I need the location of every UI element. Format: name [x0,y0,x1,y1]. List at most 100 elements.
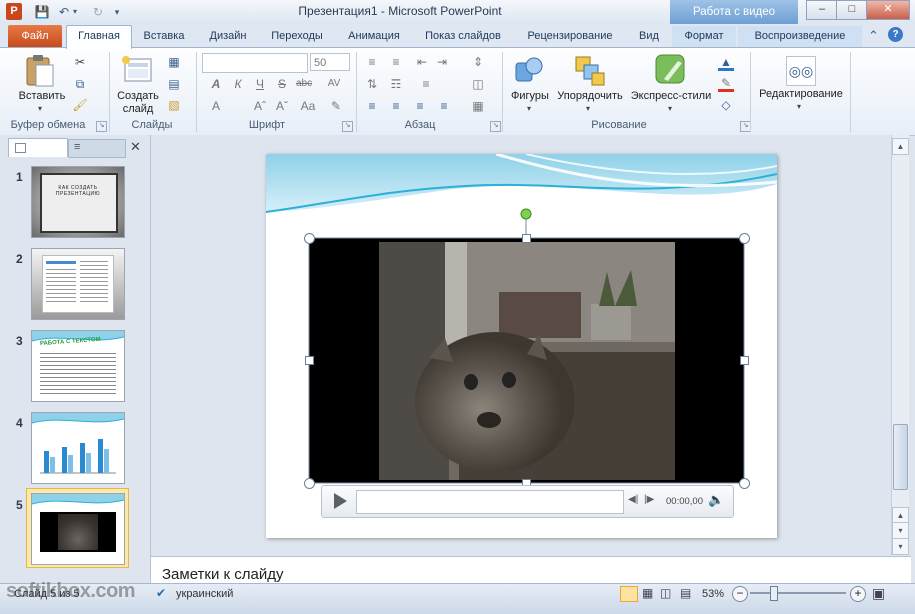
slide-layout-icon[interactable]: ▦ [166,54,182,70]
tab-transitions[interactable]: Переходы [264,26,330,47]
seek-forward-icon[interactable]: |▶ [644,494,654,505]
resize-handle-bl[interactable] [304,478,315,489]
new-slide-icon[interactable] [121,55,153,85]
play-icon[interactable] [334,493,347,509]
tab-playback[interactable]: Воспроизведение [738,26,862,47]
save-icon[interactable]: 💾 [34,4,50,20]
numbering-icon[interactable]: ≡ [388,54,404,70]
increase-indent-icon[interactable]: ⇥ [434,54,450,70]
volume-icon[interactable]: 🔈 [708,492,724,508]
next-slide-icon[interactable]: ▾ [892,538,909,555]
cut-icon[interactable]: ✂ [72,54,88,70]
zoom-slider-track[interactable] [750,592,846,594]
font-color-icon[interactable]: A [208,98,224,114]
justify-icon[interactable]: ≡ [436,98,452,114]
tab-animations[interactable]: Анимация [340,26,408,47]
change-case-icon[interactable]: Aa [300,98,316,114]
binoculars-icon[interactable]: ◎◎ [786,56,816,86]
section-icon[interactable]: ▧ [166,97,182,113]
copy-icon[interactable]: ⧉ [72,76,88,92]
format-painter-icon[interactable]: 🖌 [72,97,88,113]
reset-slide-icon[interactable]: ▤ [166,76,182,92]
align-center-icon[interactable]: ≡ [388,98,404,114]
paragraph-spacing-icon[interactable]: ▦ [470,98,486,114]
arrange-dropdown-icon[interactable]: ▾ [586,104,590,113]
paste-icon[interactable] [24,54,56,88]
powerpoint-app-icon[interactable]: P [6,3,22,20]
tab-format[interactable]: Формат [672,26,736,47]
paragraph-launcher-icon[interactable]: ↘ [490,121,501,132]
vertical-scrollbar[interactable] [891,135,909,555]
underline-icon[interactable]: Ч [252,76,268,92]
undo-dropdown-icon[interactable]: ▾ [70,4,80,20]
resize-handle-left[interactable] [305,356,314,365]
close-button[interactable]: ✕ [866,0,910,20]
slide-thumbnail-1[interactable]: КАК СОЗДАТЬ ПРЕЗЕНТАЦИЮ [31,166,125,238]
arrange-button[interactable]: Упорядочить [554,90,626,103]
align-left-icon[interactable]: ≡ [364,98,380,114]
resize-handle-tr[interactable] [739,233,750,244]
close-pane-icon[interactable]: ✕ [130,139,141,155]
reading-view-icon[interactable]: ◫ [660,586,671,600]
align-text-icon[interactable]: ≡ [418,76,434,92]
fit-to-window-icon[interactable]: ▣ [872,585,885,602]
resize-handle-top[interactable] [522,234,531,243]
clear-formatting-icon[interactable]: ✎ [328,98,344,114]
tab-file[interactable]: Файл [8,25,62,47]
help-icon[interactable]: ? [888,27,903,42]
shapes-button[interactable]: Фигуры [506,90,554,103]
shape-effects-icon[interactable]: ◇ [718,97,734,113]
resize-handle-br[interactable] [739,478,750,489]
tab-home[interactable]: Главная [66,25,132,49]
shadow-icon[interactable]: abc [296,76,312,92]
arrange-icon[interactable] [574,55,606,87]
bullets-icon[interactable]: ≡ [364,54,380,70]
quick-styles-dropdown-icon[interactable]: ▾ [668,104,672,113]
shapes-icon[interactable] [514,55,546,87]
language-indicator[interactable]: украинский [176,588,233,600]
tab-view[interactable]: Вид [630,26,668,47]
slide-thumbnail-4[interactable] [31,412,125,484]
font-launcher-icon[interactable]: ↘ [342,121,353,132]
italic-icon[interactable]: К [230,76,246,92]
font-name-field[interactable] [202,53,308,73]
zoom-level[interactable]: 53% [702,588,724,600]
increase-font-icon[interactable]: Aˆ [252,98,268,114]
tab-insert[interactable]: Вставка [136,26,192,47]
slides-tab[interactable] [8,138,68,157]
slide-thumbnail-3[interactable]: РАБОТА С ТЕКСТОМ [31,330,125,402]
character-spacing-icon[interactable]: AV [326,76,342,92]
slide-sorter-icon[interactable]: ▦ [642,586,653,600]
paste-button[interactable]: Вставить [12,90,72,103]
decrease-indent-icon[interactable]: ⇤ [414,54,430,70]
columns-icon[interactable]: ☶ [388,76,404,92]
clipboard-launcher-icon[interactable]: ↘ [96,121,107,132]
editing-button[interactable]: Редактирование [754,88,848,101]
zoom-out-icon[interactable]: − [732,586,748,602]
tab-slide-show[interactable]: Показ слайдов [418,26,508,47]
previous-slide-icon[interactable]: ▾ [892,522,909,539]
minimize-ribbon-icon[interactable]: ⌃ [868,28,879,44]
editing-dropdown-icon[interactable]: ▾ [797,102,801,111]
quick-styles-button[interactable]: Экспресс-стили [628,90,714,103]
shapes-dropdown-icon[interactable]: ▾ [527,104,531,113]
zoom-in-icon[interactable]: + [850,586,866,602]
line-spacing-icon[interactable]: ⇅ [364,76,380,92]
zoom-slider-thumb[interactable] [770,586,778,601]
spell-check-icon[interactable]: ✔ [156,586,166,600]
seek-back-icon[interactable]: ◀| [628,494,638,505]
resize-handle-right[interactable] [740,356,749,365]
tab-design[interactable]: Дизайн [200,26,256,47]
maximize-button[interactable]: □ [836,0,868,20]
slide-thumbnail-2[interactable] [31,248,125,320]
slide-show-icon[interactable]: ▤ [680,586,691,600]
scroll-up-icon[interactable]: ▲ [892,138,909,155]
normal-view-icon[interactable] [620,586,638,602]
convert-to-smartart-icon[interactable]: ◫ [470,76,486,92]
new-slide-button[interactable]: Создать слайд [112,90,164,116]
decrease-font-icon[interactable]: Aˇ [274,98,290,114]
font-size-field[interactable]: 50 [310,53,350,71]
align-right-icon[interactable]: ≡ [412,98,428,114]
tab-review[interactable]: Рецензирование [518,26,622,47]
video-timeline[interactable] [356,490,624,514]
